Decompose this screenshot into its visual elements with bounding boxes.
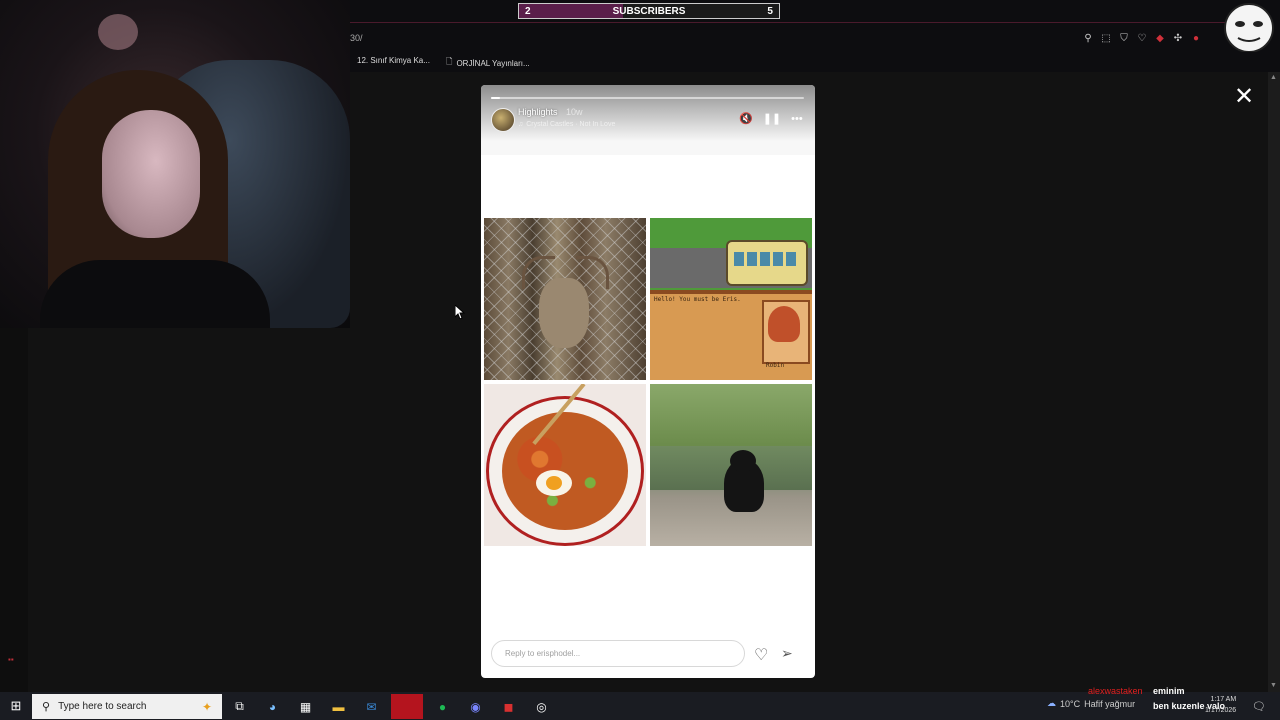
stream-top-bar [350,0,1280,24]
pin-icon[interactable]: ⚲ [1082,32,1094,44]
subscriber-current: 2 [525,5,531,17]
story-progress-bar [491,97,804,99]
mute-icon[interactable]: 🔇 [739,112,753,125]
bookmark-kimya[interactable]: 12. Sınıf Kimya Ka... [357,56,430,65]
shield-icon[interactable]: ⛉ [1118,32,1130,44]
bookmark-label: 12. Sınıf Kimya Ka... [357,56,430,65]
story-viewer[interactable]: Highlights 10w ♫ Crystal Castles · Not I… [481,85,815,678]
send-icon[interactable]: ➢ [781,645,793,662]
more-options-icon[interactable]: ••• [791,113,803,125]
copilot-icon[interactable]: ◕ [259,694,286,719]
weather-text: Hafif yağmur [1084,698,1136,709]
subscriber-goal-bar: 2 SUBSCRIBERS 5 [518,3,780,19]
chat-message: eminim [1153,686,1185,696]
discord-icon[interactable]: ◉ [462,694,489,719]
spotify-icon[interactable]: ● [429,694,456,719]
game-character-name: Robin [766,362,785,369]
cloud-rain-icon: ☁ [1047,698,1056,708]
deer-photo [484,218,646,380]
streamer-shirt [40,260,270,328]
song-label: Crystal Castles · Not In Love [526,121,616,128]
plush-toy [98,14,138,50]
reply-input[interactable]: Reply to erisphodel... [491,640,745,667]
bookmark-label: ORJİNAL Yayınları... [456,58,530,68]
search-icon: ⚲ [42,701,51,713]
screenshot-icon[interactable]: ⬚ [1100,32,1112,44]
weather-temp: 10°C [1060,698,1081,709]
outlook-icon[interactable]: ✉ [358,694,385,719]
highlight-title[interactable]: Highlights [518,107,558,117]
page-icon: 🗋 [446,57,453,66]
game-app-icon[interactable]: ◼ [495,694,522,719]
subscriber-label: SUBSCRIBERS [612,5,686,17]
active-app-icon[interactable] [391,694,423,719]
chat-username: alexwastaken [1088,686,1143,696]
stardew-game-screenshot: Hello! You must be Eris. Robin [650,218,812,380]
photo-grid: Hello! You must be Eris. Robin [484,218,812,546]
pause-icon[interactable]: ❚❚ [763,112,781,125]
store-icon[interactable]: ▦ [292,694,319,719]
taskbar-apps: ⧉ ◕ ▦ ▬ ✉ ● ◉ ◼ ◎ [226,694,555,719]
browser-toolbar: ⚲ ⬚ ⛉ ♡ ◆ ✣ ● [1082,32,1202,44]
story-progress-fill [491,97,501,99]
weather-widget[interactable]: ☁ 10°C Hafif yağmur [1047,698,1135,709]
profile-icon[interactable]: ● [1190,32,1202,44]
left-panel [0,328,28,692]
file-explorer-icon[interactable]: ▬ [325,694,352,719]
top-divider [350,22,1230,23]
like-heart-icon[interactable]: ♡ [754,645,768,665]
music-icon: ♫ [518,121,524,128]
bookmark-orjinal[interactable]: 🗋 ORJİNAL Yayınları... [446,56,530,70]
extension-red-icon[interactable]: ◆ [1154,32,1166,44]
streamer-face [102,110,200,238]
copilot-sparkle-icon: ✦ [201,699,212,714]
webcam-feed [0,0,350,328]
taskbar-clock[interactable]: 1:17 AM 1/17/2026 [1205,694,1236,716]
scroll-down-icon[interactable]: ▼ [1270,682,1277,689]
notification-icon[interactable]: 🗨 [1252,700,1266,713]
task-view-icon[interactable]: ⧉ [226,694,253,719]
page-scrollbar[interactable] [1268,72,1280,692]
black-cat-photo [650,384,812,546]
close-icon[interactable]: ✕ [1232,85,1256,110]
heart-icon[interactable]: ♡ [1136,32,1148,44]
left-panel-mark: ▪▪ [8,655,14,664]
puzzle-icon[interactable]: ✣ [1172,32,1184,44]
ramen-bowl-photo [484,384,646,546]
windows-start-icon[interactable]: ⊞ [0,692,32,720]
story-music[interactable]: ♫ Crystal Castles · Not In Love [518,121,615,128]
highlight-age: 10w [566,107,583,117]
meme-face-overlay [1224,3,1274,53]
subscriber-goal-fill [519,4,623,18]
mouse-cursor-icon [455,305,465,319]
clock-time: 1:17 AM [1210,696,1237,703]
scroll-up-icon[interactable]: ▲ [1270,74,1277,81]
address-bar-text[interactable]: 30/ [350,33,363,43]
clock-date: 1/17/2026 [1205,707,1237,714]
game-dialog-text: Hello! You must be Eris. [654,296,741,303]
avatar[interactable] [491,108,515,132]
subscriber-goal: 5 [767,5,773,17]
taskbar-search-placeholder: Type here to search [58,701,147,712]
taskbar-search-box[interactable]: ⚲ Type here to search ✦ [32,694,222,719]
obs-icon[interactable]: ◎ [528,694,555,719]
story-controls: 🔇 ❚❚ ••• [739,112,803,126]
